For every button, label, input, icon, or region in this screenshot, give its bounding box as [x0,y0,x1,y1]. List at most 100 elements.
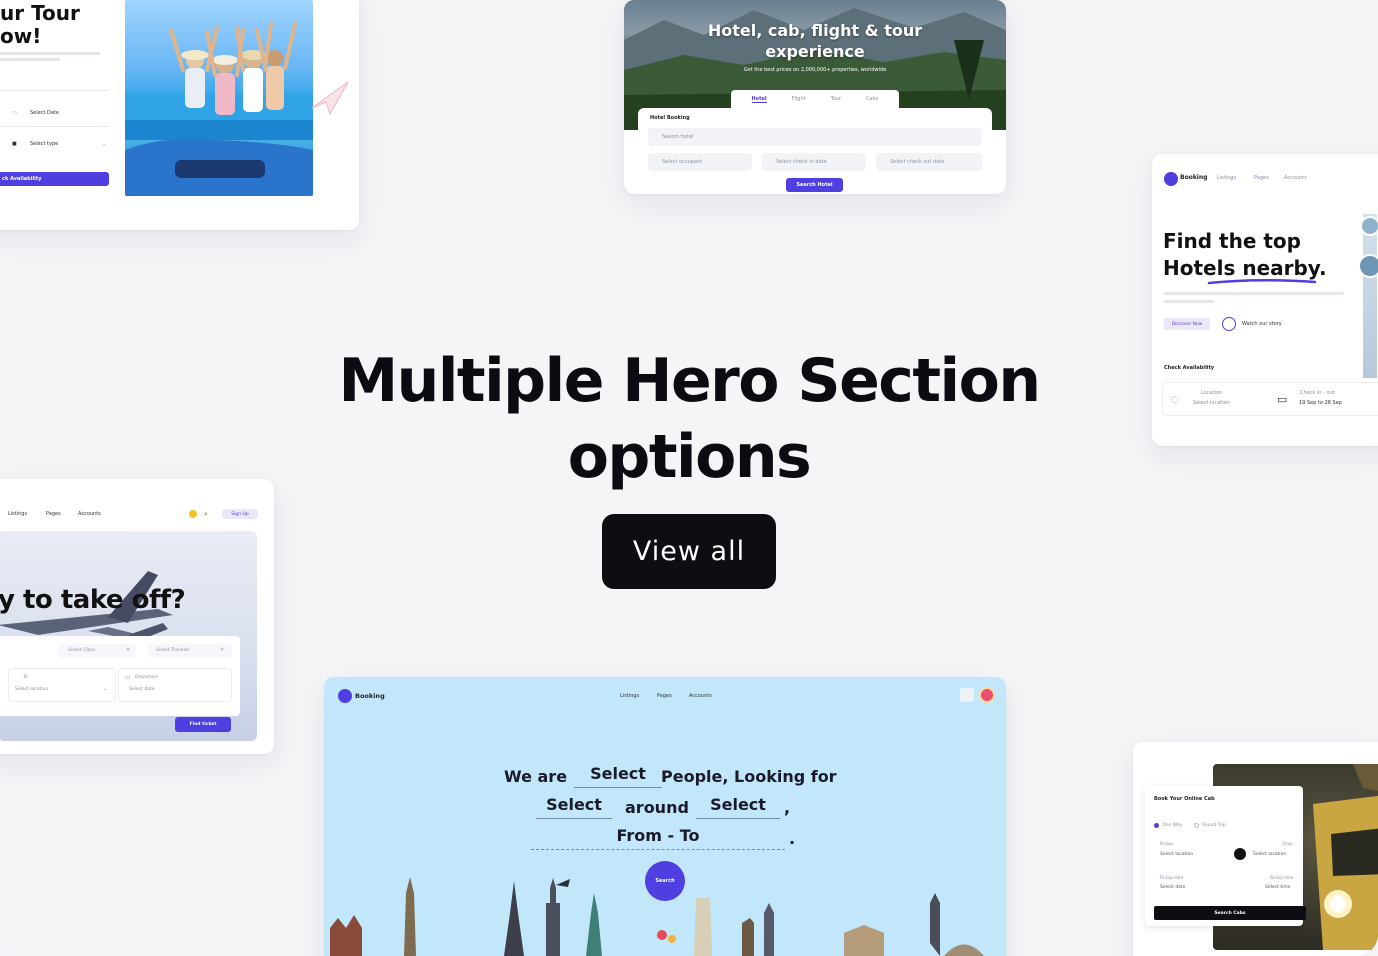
hotel-booking-panel: Hotel Booking Search hotel Select occupa… [638,108,992,192]
discover-button[interactable]: Discover Now [1164,318,1210,330]
close-icon: × [220,647,225,653]
divider [0,90,108,91]
view-all-button[interactable]: View all [602,514,776,589]
hotel-title-line1: Hotel, cab, flight & tour [707,21,923,40]
nav-pages[interactable]: Pages [1254,175,1269,181]
activity-select[interactable]: Select [536,792,612,819]
from-to-field[interactable]: From - To [531,823,785,850]
nav-accounts[interactable]: Accounts [78,511,101,517]
checkin-field[interactable]: 19 Sep to 28 Sep [1299,400,1342,406]
hotel-subtitle: Get the best prices on 2,000,000+ proper… [743,67,887,73]
flight-hero-preview[interactable]: Listings Pages Accounts ⌕ Sign Up y to t… [0,479,274,754]
nav-accounts[interactable]: Accounts [689,693,712,699]
pickup-field[interactable]: Select location [1160,852,1193,857]
nav-accounts[interactable]: Accounts [1284,175,1307,181]
explore-hero-preview[interactable]: Booking Listings Pages Accounts We are S… [324,677,1006,956]
pickup-date-field[interactable]: Select date [1160,885,1185,890]
page-title-line2: options [567,422,812,492]
cab-form: Book Your Online Cab One Way Round Trip … [1145,786,1306,926]
search-icon[interactable]: ⌕ [204,510,208,519]
flight-headline: y to take off? [0,585,186,615]
tour-headline-line1: ur Tour [0,1,80,25]
underline-stroke [1207,278,1317,285]
tab-tour[interactable]: Tour [831,96,842,102]
one-way-radio[interactable] [1154,823,1159,828]
chevron-down-icon: ⌄ [103,686,108,692]
cab-hero-preview[interactable]: Book Your Online Cab One Way Round Trip … [1133,742,1378,956]
hotel-title: Hotel, cab, flight & tour experience [624,20,1006,62]
hotel-title-line2: experience [765,42,865,61]
checkin-field[interactable]: Select check in date [762,153,866,171]
hotel-tabs: Hotel Flight Tour Cabs [731,90,899,108]
nav-listings[interactable]: Listings [1217,175,1236,181]
calendar-icon: ▭ [125,674,131,681]
sign-up-button[interactable]: Sign Up [222,509,258,519]
brand-name: Booking [1180,174,1208,181]
tab-flight[interactable]: Flight [792,96,806,102]
flight-form: Select Class × Select Traveler × To Sele… [0,636,240,716]
cab-form-title: Book Your Online Cab [1154,796,1215,802]
sun-icon[interactable] [189,510,197,518]
brand-name: Booking [355,692,385,700]
chevron-down-icon: ⌄ [102,141,107,147]
hotel-search-input[interactable]: Search hotel [648,128,982,146]
nav-pages[interactable]: Pages [46,511,61,517]
round-trip-radio[interactable] [1194,823,1199,828]
beach-illustration [125,22,313,196]
availability-form: ◌ Location Select location ▭ Check in - … [1162,382,1378,416]
swap-icon[interactable] [1234,848,1246,860]
search-cabs-button[interactable]: Search Cabs [1154,906,1306,920]
search-hotel-button[interactable]: Search Hotel [786,178,843,192]
pickup-time-field[interactable]: Select time [1265,885,1290,890]
hotel-thumb [1358,254,1378,278]
nearby-title: Find the top Hotels nearby. [1163,228,1327,282]
watch-story-link[interactable]: Watch our story [1242,321,1282,327]
people-select[interactable]: Select [574,761,662,788]
to-field[interactable]: To Select location ⌄ [8,668,116,702]
tour-desc-line [0,58,60,61]
nav-pages[interactable]: Pages [657,693,672,699]
region-select[interactable]: Select [696,792,780,819]
friends-on-car-photo [125,0,313,196]
page-title-line1: Multiple Hero Section [338,346,1041,416]
check-availability-button[interactable]: ck Availability [0,172,109,186]
brand-logo-icon [338,689,352,703]
tab-hotel[interactable]: Hotel [751,96,767,103]
desc-line [1164,300,1214,303]
hotel-booking-label: Hotel Booking [650,115,690,121]
traveler-select[interactable]: Select Traveler × [148,644,232,658]
nav-listings[interactable]: Listings [8,511,27,517]
nearby-title-line1: Find the top [1163,229,1301,253]
location-pin-icon: ◌ [1171,395,1179,405]
calendar-icon: ▭ [1277,393,1288,406]
class-select[interactable]: Select Class × [58,644,136,658]
drop-field[interactable]: Select location [1253,852,1286,857]
hotel-thumb [1360,216,1378,236]
tab-cabs[interactable]: Cabs [866,96,878,102]
nav-listings[interactable]: Listings [620,693,639,699]
calendar-icon: ▭ [12,110,17,116]
desc-line [1164,292,1344,295]
cart-icon[interactable] [960,688,974,702]
hotel-hero-preview[interactable]: Hotel, cab, flight & tour experience Get… [624,0,1006,194]
paper-plane-icon [311,81,349,116]
tour-hero-preview[interactable]: ur Tour ow! ▭ Select Date ■ Select type … [0,0,359,230]
page-title: Multiple Hero Section options [289,343,1089,495]
departure-field[interactable]: ▭ Departure Select date [118,668,232,702]
check-availability-label: Check Availability [1164,365,1215,371]
page-stage: ur Tour ow! ▭ Select Date ■ Select type … [0,0,1378,956]
location-field[interactable]: Select location [1193,400,1230,406]
tour-type-icon: ■ [12,141,17,147]
occupant-field[interactable]: Select occupant [648,153,752,171]
explore-sentence: We are Select ⌄ People, Looking for Sele… [324,761,1006,854]
checkout-field[interactable]: Select check out date [876,153,982,171]
hotels-nearby-preview[interactable]: Booking Listings Pages Accounts Find the… [1152,154,1378,446]
find-ticket-button[interactable]: Find ticket [175,717,231,732]
brand-logo-icon [1164,172,1178,186]
play-icon[interactable] [1222,317,1236,331]
divider [0,126,108,127]
close-icon: × [126,647,131,653]
tour-desc-line [0,52,100,55]
tour-headline-line2: ow! [0,24,42,48]
avatar[interactable] [979,687,995,703]
